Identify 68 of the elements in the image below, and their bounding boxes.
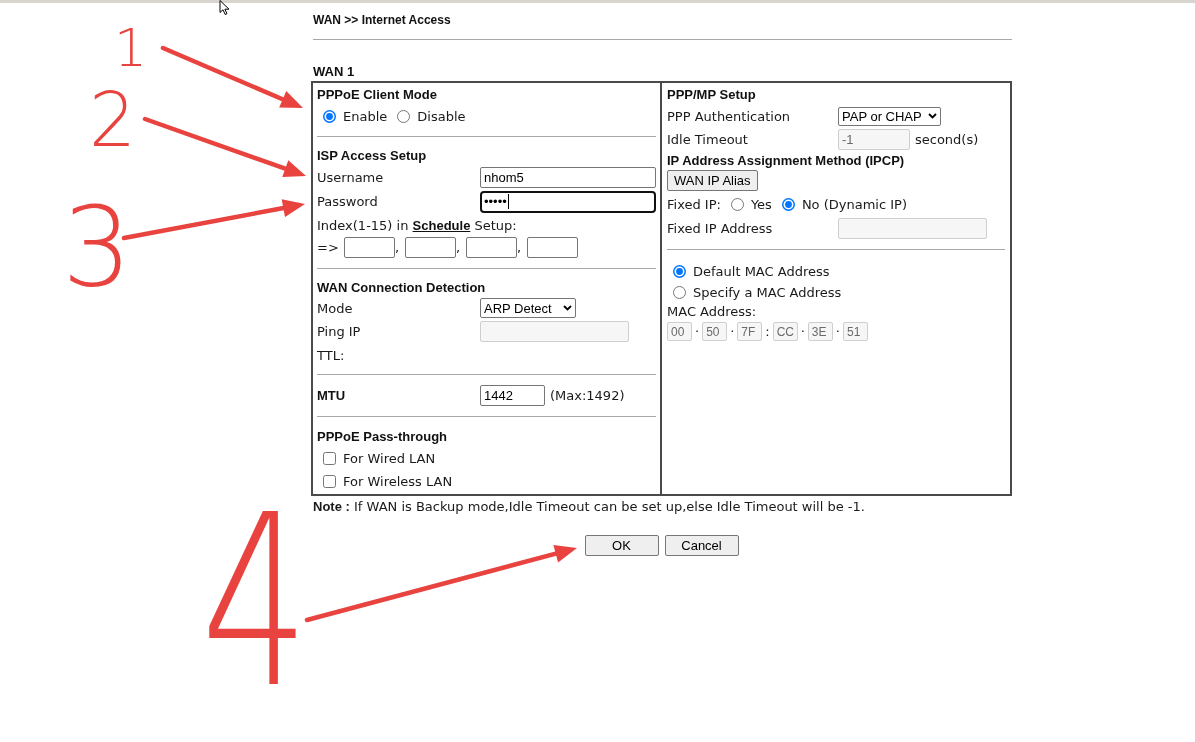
checkbox[interactable]: [323, 452, 336, 465]
mtu-hint: (Max:1492): [550, 387, 625, 403]
field-separator: ,: [517, 240, 523, 255]
radio-button[interactable]: [673, 264, 686, 278]
section-heading: PPPoE Pass-through: [317, 428, 448, 444]
radio-label[interactable]: No (Dynamic IP): [801, 196, 907, 212]
field-label: PPP Authentication: [667, 108, 791, 124]
mtu-label: MTU: [317, 387, 346, 403]
schedule-link[interactable]: Schedule: [412, 217, 471, 233]
text-cursor-icon: [507, 194, 509, 209]
field-label: Mode: [317, 300, 353, 316]
mode-select[interactable]: ARP Detect: [480, 298, 576, 318]
schedule-index-text: Index(1-15) in Schedule Setup:: [317, 217, 517, 233]
radio-label[interactable]: Default MAC Address: [693, 263, 830, 279]
annotation-number: 1: [114, 22, 148, 74]
mac-separator: ·: [694, 324, 701, 339]
note-text: Note : If WAN is Backup mode,Idle Timeout can be set up,else Idle Timeout will be -1.: [313, 498, 865, 514]
field-label: Ping IP: [317, 324, 361, 339]
checkbox-label[interactable]: For Wired LAN: [343, 451, 436, 466]
annotation-number: 4: [201, 482, 310, 720]
mac-separator: ·: [834, 324, 841, 339]
radio-button[interactable]: [397, 109, 411, 123]
mac-separator: ·: [729, 324, 736, 339]
field-separator: ,: [395, 240, 401, 255]
radio-button[interactable]: [323, 109, 336, 123]
index-prefix: =>: [317, 240, 339, 255]
field-label: Password: [317, 194, 378, 209]
radio-label[interactable]: Enable: [343, 108, 388, 124]
radio-button[interactable]: [730, 197, 744, 211]
schedule-index-field[interactable]: [344, 237, 395, 258]
schedule-index-field[interactable]: [466, 237, 517, 258]
annotation-number: 3: [62, 192, 132, 302]
section-heading: IP Address Assignment Method (IPCP): [667, 152, 905, 168]
chevron-down-icon: [928, 113, 937, 119]
field-label: Fixed IP:: [667, 196, 721, 212]
field-label: Fixed IP Address: [667, 221, 773, 236]
section-heading: WAN Connection Detection: [317, 279, 486, 295]
mtu-field[interactable]: 1442: [480, 384, 545, 406]
field-label: Username: [317, 169, 384, 185]
cancel-button[interactable]: Cancel: [664, 535, 739, 556]
radio-label[interactable]: Disable: [417, 108, 466, 124]
authentication-select[interactable]: PAP or CHAP: [838, 106, 941, 126]
section-heading: ISP Access Setup: [317, 147, 427, 163]
schedule-index-field[interactable]: [405, 237, 456, 258]
wan-ip-alias-button[interactable]: WAN IP Alias: [667, 169, 758, 191]
radio-label[interactable]: Yes: [750, 196, 772, 212]
section-heading: PPPoE Client Mode: [317, 86, 437, 102]
radio-button[interactable]: [781, 197, 795, 211]
password-field[interactable]: •••••: [480, 190, 656, 213]
section-title: WAN 1: [313, 63, 355, 79]
radio-label[interactable]: Specify a MAC Address: [693, 284, 842, 300]
field-label: TTL:: [317, 347, 345, 363]
page-title: WAN >> Internet Access: [313, 13, 451, 27]
checkbox-label[interactable]: For Wireless LAN: [343, 474, 453, 489]
field-separator: ,: [456, 240, 462, 255]
schedule-index-field[interactable]: [527, 237, 578, 258]
section-heading: PPP/MP Setup: [667, 86, 756, 102]
annotation-number: 2: [89, 83, 137, 157]
mac-separator: :: [764, 324, 771, 339]
username-field[interactable]: nhom5: [480, 166, 656, 188]
field-label: MAC Address:: [667, 304, 757, 319]
mac-separator: ·: [799, 324, 806, 339]
unit-label: second(s): [915, 131, 979, 147]
radio-button[interactable]: [673, 285, 686, 299]
chevron-down-icon: [563, 305, 572, 311]
field-label: Idle Timeout: [667, 131, 748, 147]
checkbox[interactable]: [323, 475, 336, 488]
ok-button[interactable]: OK: [584, 535, 659, 556]
